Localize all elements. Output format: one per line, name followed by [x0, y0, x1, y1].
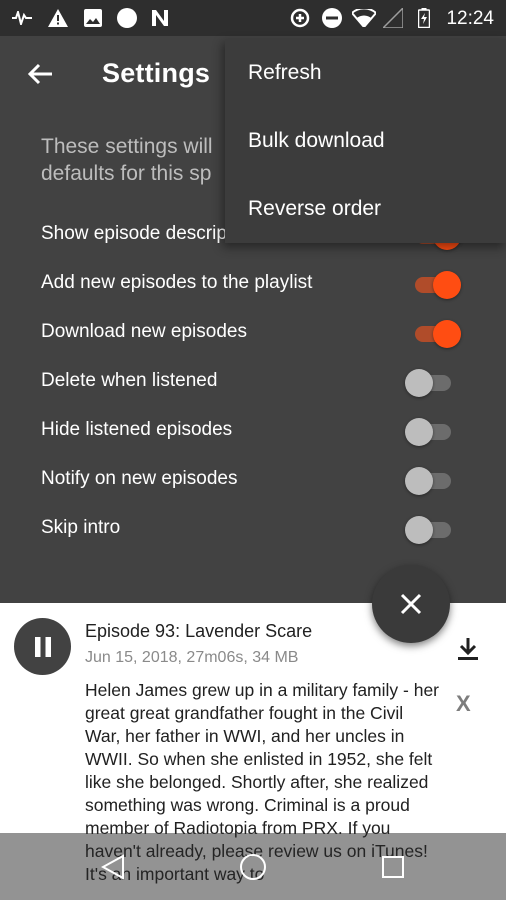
- toggle-notify-new-episodes[interactable]: [405, 466, 463, 496]
- n-notification-icon: [150, 8, 170, 28]
- square-recents-icon: [382, 856, 404, 878]
- menu-item-bulk-download[interactable]: Bulk download: [248, 129, 385, 153]
- cell-signal-icon: [383, 8, 403, 28]
- setting-label: Download new episodes: [41, 321, 247, 342]
- toggle-hide-listened-episodes[interactable]: [405, 417, 463, 447]
- setting-label: Show episode descrip: [41, 223, 227, 244]
- episode-meta: Jun 15, 2018, 27m06s, 34 MB: [85, 649, 299, 666]
- triangle-back-icon: [101, 854, 124, 880]
- nav-home-button[interactable]: [237, 851, 269, 883]
- status-time: 12:24: [446, 8, 494, 29]
- nav-back-button[interactable]: [97, 851, 129, 883]
- close-icon: [400, 593, 422, 615]
- dismiss-button[interactable]: X: [456, 691, 471, 717]
- toggle-delete-when-listened[interactable]: [405, 368, 463, 398]
- setting-row-delete-when-listened[interactable]: Delete when listened: [0, 358, 506, 407]
- download-icon: [458, 638, 478, 660]
- overflow-menu: Refresh Bulk download Reverse order: [225, 39, 506, 243]
- setting-row-hide-listened-episodes[interactable]: Hide listened episodes: [0, 407, 506, 456]
- do-not-disturb-icon: [322, 8, 342, 28]
- battery-charging-icon: [414, 8, 434, 28]
- wifi-icon: [352, 8, 376, 28]
- setting-label: Hide listened episodes: [41, 419, 233, 440]
- page-title: Settings: [102, 58, 211, 88]
- nav-recents-button[interactable]: [377, 851, 409, 883]
- toggle-add-to-playlist[interactable]: [405, 270, 463, 300]
- system-nav-bar: [0, 833, 506, 900]
- toggle-skip-intro[interactable]: [405, 515, 463, 545]
- data-saver-icon: [290, 8, 310, 28]
- pause-button[interactable]: [14, 618, 71, 675]
- signal-scan-icon: [12, 8, 32, 28]
- warning-icon: [48, 8, 68, 28]
- status-bar: 12:24: [0, 0, 506, 36]
- close-fab-button[interactable]: [372, 565, 450, 643]
- download-button[interactable]: [452, 633, 484, 665]
- menu-item-refresh[interactable]: Refresh: [248, 61, 322, 85]
- setting-row-skip-intro[interactable]: Skip intro: [0, 505, 506, 554]
- episode-title: Episode 93: Lavender Scare: [85, 621, 313, 641]
- back-button[interactable]: [22, 56, 58, 92]
- toggle-download-new-episodes[interactable]: [405, 319, 463, 349]
- setting-label: Skip intro: [41, 517, 121, 538]
- image-icon: [83, 8, 103, 28]
- menu-item-reverse-order[interactable]: Reverse order: [248, 197, 381, 221]
- setting-row-notify-new-episodes[interactable]: Notify on new episodes: [0, 456, 506, 505]
- circle-home-icon: [240, 854, 266, 880]
- setting-label: Notify on new episodes: [41, 468, 238, 489]
- circle-icon: [117, 8, 137, 28]
- screen: 12:24 Settings These settings will defau…: [0, 0, 506, 900]
- setting-label: Delete when listened: [41, 370, 218, 391]
- pause-icon: [34, 636, 51, 657]
- setting-row-download-new-episodes[interactable]: Download new episodes: [0, 309, 506, 358]
- setting-row-add-to-playlist[interactable]: Add new episodes to the playlist: [0, 260, 506, 309]
- setting-label: Add new episodes to the playlist: [41, 272, 313, 293]
- arrow-back-icon: [27, 63, 52, 85]
